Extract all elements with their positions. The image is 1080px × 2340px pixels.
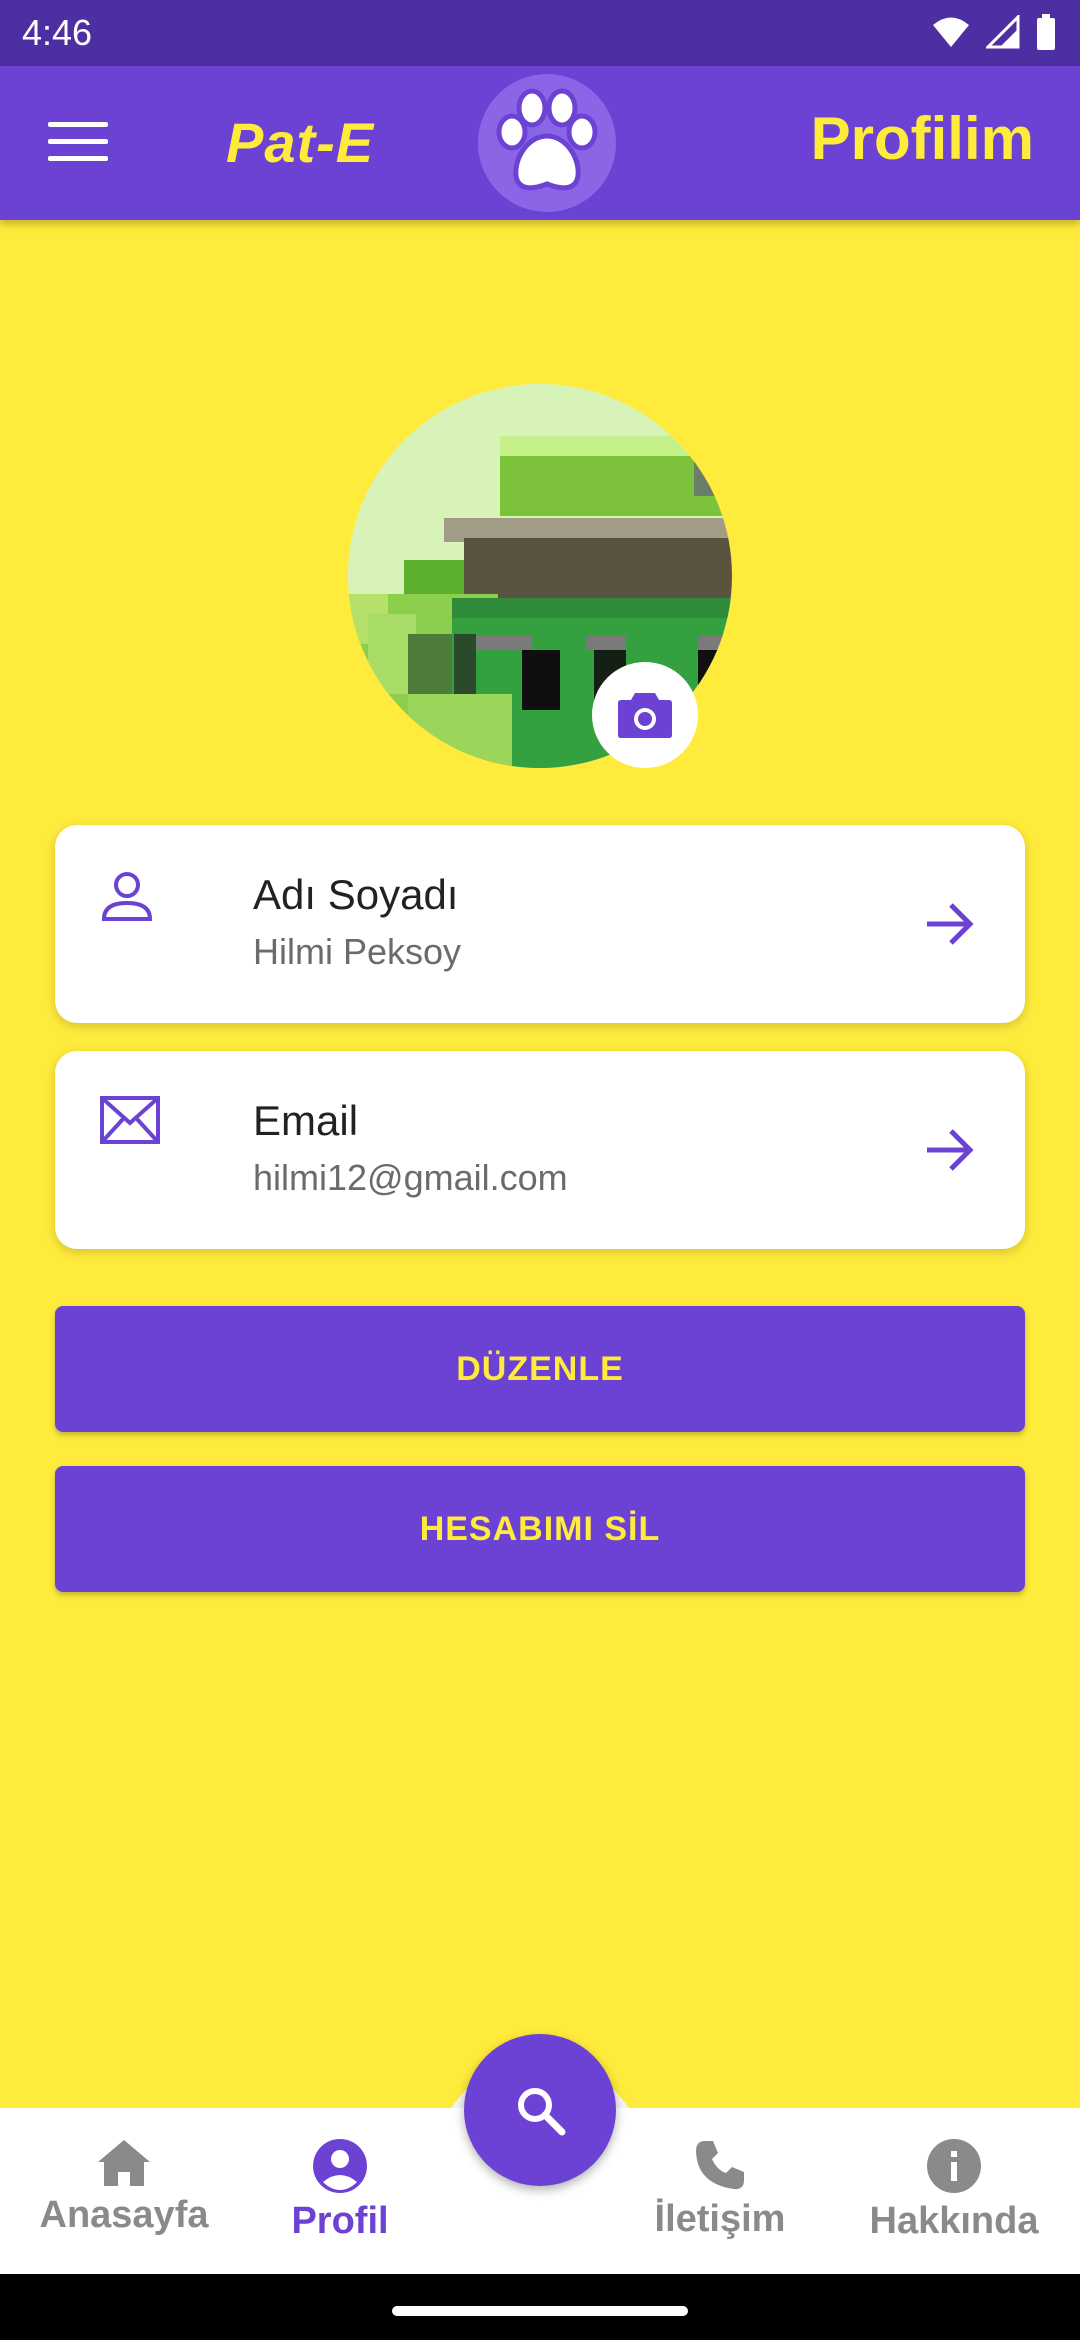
brand-name: Pat-E bbox=[226, 111, 375, 174]
gesture-bar bbox=[0, 2274, 1080, 2340]
email-card-title: Email bbox=[253, 1097, 359, 1144]
mail-icon bbox=[100, 1096, 160, 1144]
gesture-handle[interactable] bbox=[392, 2306, 688, 2316]
app-bar: Pat-E Profilim bbox=[0, 66, 1080, 220]
edit-button[interactable]: DÜZENLE bbox=[55, 1306, 1025, 1432]
nav-item-iletisim[interactable]: İletişim bbox=[620, 2138, 820, 2241]
account-icon bbox=[313, 2139, 367, 2193]
menu-button[interactable] bbox=[48, 122, 108, 166]
phone-icon bbox=[696, 2141, 744, 2190]
nav-item-anasayfa[interactable]: Anasayfa bbox=[24, 2138, 224, 2237]
name-card-value: Hilmi Peksoy bbox=[253, 931, 462, 972]
home-icon bbox=[98, 2140, 150, 2186]
change-photo-button[interactable] bbox=[592, 662, 698, 768]
name-card-title: Adı Soyadı bbox=[253, 871, 459, 918]
email-card[interactable]: Email hilmi12@gmail.com bbox=[55, 1051, 1025, 1249]
search-icon bbox=[518, 2088, 566, 2136]
status-icons bbox=[932, 14, 1056, 50]
info-icon bbox=[927, 2139, 981, 2193]
arrow-right-icon[interactable] bbox=[925, 901, 975, 947]
nav-label-iletisim: İletişim bbox=[654, 2198, 786, 2240]
search-fab[interactable] bbox=[464, 2034, 616, 2186]
nav-label-profil: Profil bbox=[291, 2200, 389, 2242]
email-card-value: hilmi12@gmail.com bbox=[253, 1157, 568, 1198]
nav-item-profil[interactable]: Profil bbox=[240, 2138, 440, 2243]
person-icon bbox=[101, 872, 153, 921]
nav-item-hakkinda[interactable]: Hakkında bbox=[854, 2138, 1054, 2243]
page-title: Profilim bbox=[810, 105, 1034, 172]
paw-logo bbox=[478, 74, 616, 212]
paw-icon bbox=[496, 88, 598, 191]
status-time: 4:46 bbox=[22, 12, 93, 53]
signal-icon bbox=[986, 15, 1020, 49]
status-bar: 4:46 bbox=[0, 0, 1080, 66]
name-card[interactable]: Adı Soyadı Hilmi Peksoy bbox=[55, 825, 1025, 1023]
profile-avatar-container bbox=[348, 384, 732, 768]
arrow-right-icon[interactable] bbox=[925, 1127, 975, 1173]
battery-icon bbox=[1037, 14, 1055, 50]
wifi-icon bbox=[933, 17, 969, 47]
camera-icon bbox=[618, 693, 672, 738]
menu-icon bbox=[48, 122, 108, 127]
nav-label-hakkinda: Hakkında bbox=[869, 2200, 1039, 2242]
delete-account-button[interactable]: HESABIMI SİL bbox=[55, 1466, 1025, 1592]
nav-label-anasayfa: Anasayfa bbox=[39, 2194, 209, 2236]
